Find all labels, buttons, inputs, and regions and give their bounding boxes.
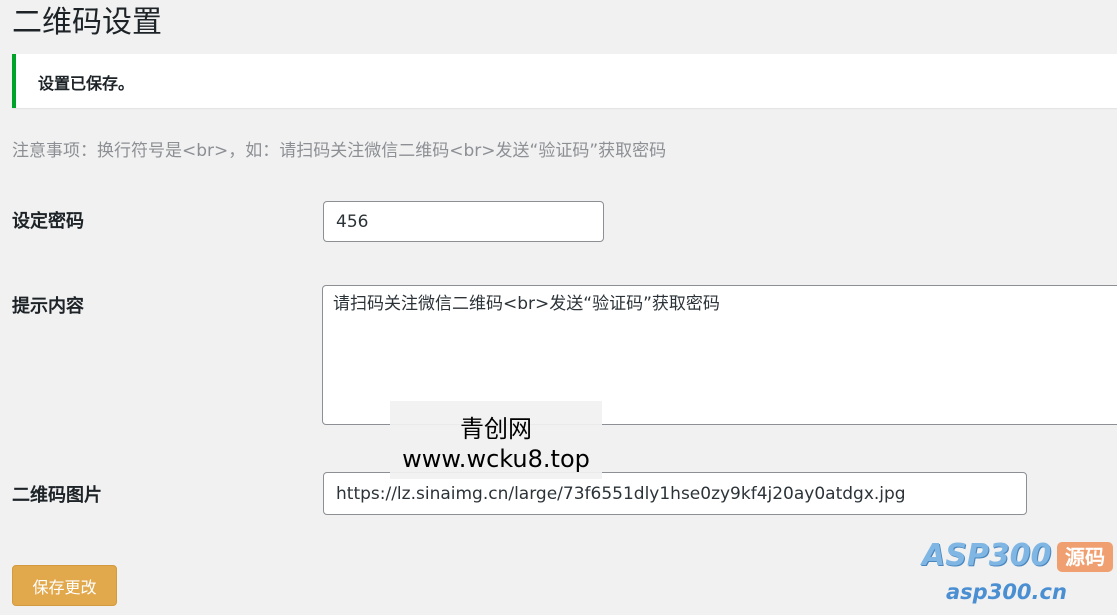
logo-sub-text: asp300.cn	[946, 580, 1067, 604]
qrcode-label: 二维码图片	[12, 485, 102, 506]
success-notice: 设置已保存。	[12, 54, 1117, 108]
password-input[interactable]	[323, 201, 604, 242]
logo-main-text: ASP300	[922, 538, 1052, 573]
password-label: 设定密码	[12, 211, 84, 232]
page-title: 二维码设置	[12, 5, 162, 40]
watermark-site-name: 青创网	[460, 415, 532, 443]
save-changes-button[interactable]: 保存更改	[12, 565, 117, 606]
hint-label: 提示内容	[12, 296, 84, 317]
watermark-site-url: www.wcku8.top	[402, 445, 590, 473]
usage-note: 注意事项：换行符号是<br>，如：请扫码关注微信二维码<br>发送“验证码”获取…	[12, 141, 667, 161]
asp300-logo: ASP300 源码 asp300.cn	[922, 538, 1117, 610]
watermark: 青创网 www.wcku8.top	[390, 401, 602, 479]
logo-badge: 源码	[1057, 542, 1113, 572]
notice-text: 设置已保存。	[38, 74, 135, 93]
